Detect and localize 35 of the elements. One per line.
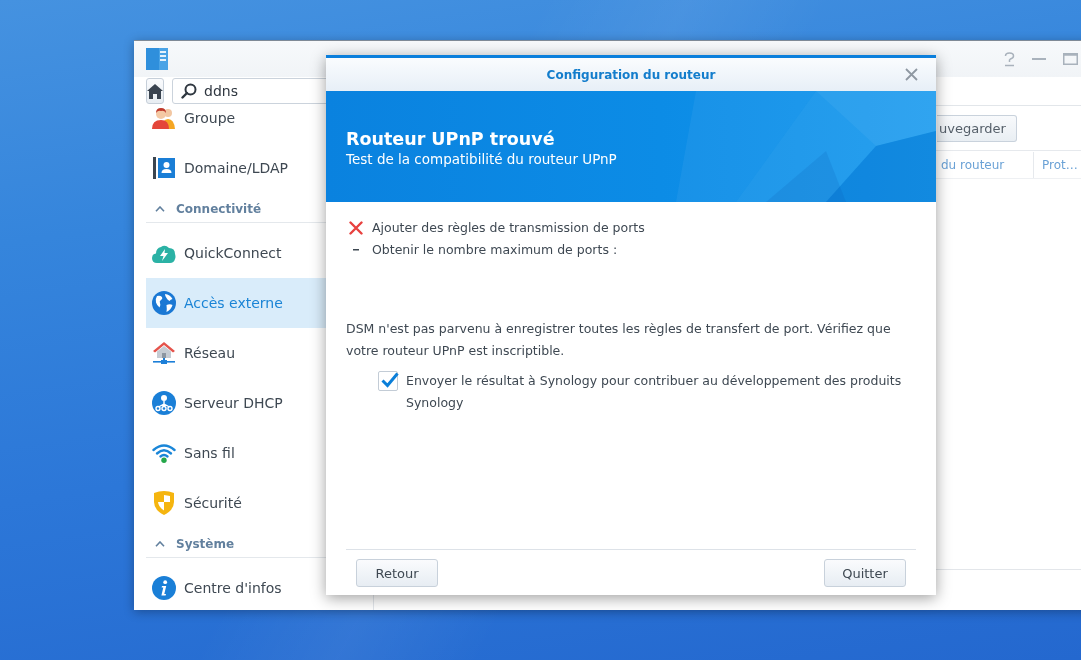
step-text: Obtenir le nombre maximum de ports : bbox=[372, 241, 618, 259]
chevron-up-icon[interactable] bbox=[155, 541, 165, 547]
banner-title: Routeur UPnP trouvé bbox=[346, 128, 555, 150]
contact-card-icon bbox=[153, 157, 175, 179]
shield-icon bbox=[153, 491, 175, 515]
section-title[interactable]: Système bbox=[176, 537, 235, 551]
checkbox-label: Envoyer le résultat à Synology pour contribuer au développement des produits Synology bbox=[406, 372, 903, 412]
close-icon[interactable] bbox=[904, 68, 918, 81]
info-icon bbox=[152, 576, 176, 600]
banner-subtitle: Test de la compatibilité du routeur UPnP bbox=[346, 150, 617, 168]
network-nodes-icon bbox=[152, 391, 176, 415]
sidebar-item[interactable]: Serveur DHCP bbox=[146, 378, 361, 428]
sidebar-item[interactable]: Sécurité bbox=[146, 478, 361, 528]
globe-icon bbox=[152, 291, 176, 315]
cross-icon bbox=[349, 221, 363, 235]
house-network-icon bbox=[152, 341, 176, 365]
home-icon bbox=[147, 83, 163, 99]
app-icon bbox=[146, 48, 168, 70]
step-text: Ajouter des règles de transmission de ports bbox=[372, 219, 645, 237]
cloud-lightning-icon bbox=[152, 243, 176, 263]
chevron-up-icon[interactable] bbox=[155, 206, 165, 212]
checkmark-icon bbox=[380, 371, 399, 388]
dash-icon bbox=[353, 249, 359, 251]
quit-button[interactable]: Quitter bbox=[824, 559, 906, 587]
wifi-icon bbox=[152, 443, 176, 463]
home-button[interactable] bbox=[146, 78, 164, 104]
back-button[interactable]: Retour bbox=[356, 559, 438, 587]
search-icon bbox=[181, 83, 197, 99]
dialog-title: Configuration du routeur bbox=[546, 67, 716, 82]
people-icon bbox=[152, 107, 176, 129]
toolbar-button[interactable]: uvegarder bbox=[937, 115, 1017, 142]
sidebar-item[interactable]: Sans fil bbox=[146, 428, 361, 478]
checkbox[interactable] bbox=[378, 371, 398, 391]
section-title[interactable]: Connectivité bbox=[176, 202, 262, 216]
sidebar-item[interactable]: QuickConnect bbox=[146, 228, 361, 278]
